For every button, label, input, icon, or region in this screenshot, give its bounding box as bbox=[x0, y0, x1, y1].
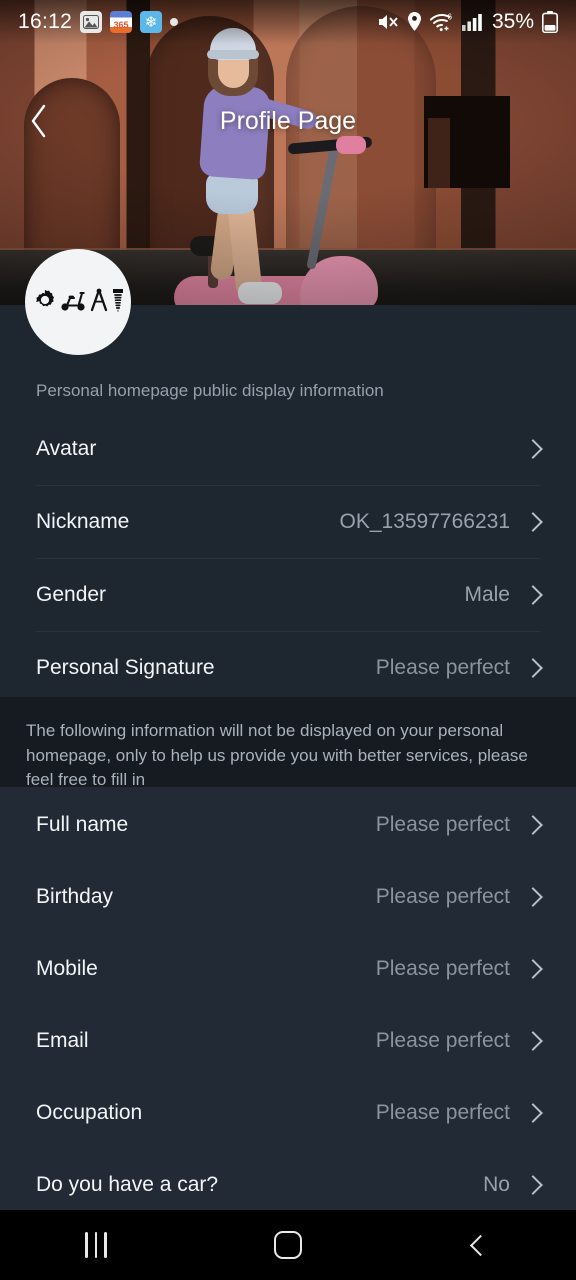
row-label: Occupation bbox=[36, 1101, 143, 1124]
gear-icon bbox=[33, 288, 57, 317]
row-personal-signature[interactable]: Personal Signature Please perfect bbox=[0, 632, 576, 704]
battery-percent: 35% bbox=[491, 10, 534, 33]
chevron-right-icon bbox=[523, 658, 543, 678]
public-info-caption: Personal homepage public display informa… bbox=[36, 381, 384, 400]
row-avatar[interactable]: Avatar bbox=[0, 413, 576, 485]
location-pin-icon bbox=[407, 12, 422, 32]
row-mobile[interactable]: Mobile Please perfect bbox=[0, 933, 576, 1005]
chevron-right-icon bbox=[523, 1103, 543, 1123]
row-label: Personal Signature bbox=[36, 656, 215, 679]
recents-icon bbox=[85, 1232, 107, 1258]
private-info-section: Full name Please perfect Birthday Please… bbox=[0, 787, 576, 1221]
dot-icon bbox=[170, 18, 179, 26]
compass-divider-icon bbox=[89, 288, 109, 317]
row-value: Please perfect bbox=[375, 885, 510, 908]
row-gender[interactable]: Gender Male bbox=[0, 559, 576, 631]
row-label: Nickname bbox=[36, 510, 130, 533]
home-icon bbox=[274, 1231, 302, 1259]
chevron-right-icon bbox=[523, 1175, 543, 1195]
row-value: Please perfect bbox=[375, 1101, 510, 1124]
row-label: Do you have a car? bbox=[36, 1173, 219, 1196]
row-birthday[interactable]: Birthday Please perfect bbox=[0, 861, 576, 933]
row-right bbox=[510, 439, 543, 459]
row-email[interactable]: Email Please perfect bbox=[0, 1005, 576, 1077]
row-label: Email bbox=[36, 1029, 89, 1052]
profile-avatar[interactable] bbox=[25, 249, 131, 355]
page-title: Profile Page bbox=[219, 106, 357, 135]
android-navigation-bar bbox=[0, 1210, 576, 1280]
recents-button[interactable] bbox=[48, 1217, 144, 1273]
row-nickname[interactable]: Nickname OK_13597766231 bbox=[0, 486, 576, 558]
row-right: OK_13597766231 bbox=[339, 510, 543, 534]
profile-page-screen: 16:12 365 ❄ 6 35% Profile Page Personal … bbox=[0, 0, 576, 1280]
chevron-right-icon bbox=[523, 959, 543, 979]
row-value: No bbox=[483, 1173, 510, 1196]
row-right: No bbox=[483, 1173, 543, 1197]
row-value: Please perfect bbox=[375, 957, 510, 980]
chevron-right-icon bbox=[523, 439, 543, 459]
status-bar-right: 6 35% bbox=[377, 10, 558, 34]
row-full-name[interactable]: Full name Please perfect bbox=[0, 789, 576, 861]
row-value: Please perfect bbox=[375, 813, 510, 836]
row-label: Mobile bbox=[36, 957, 98, 980]
status-bar: 16:12 365 ❄ 6 35% bbox=[0, 0, 576, 44]
status-bar-left: 16:12 365 ❄ bbox=[18, 10, 179, 34]
row-label: Avatar bbox=[36, 437, 97, 460]
cellular-signal-icon bbox=[461, 13, 484, 31]
home-button[interactable] bbox=[240, 1217, 336, 1273]
mute-icon bbox=[377, 12, 399, 32]
wifi-6-icon: 6 bbox=[429, 12, 454, 32]
chevron-right-icon bbox=[523, 887, 543, 907]
row-label: Full name bbox=[36, 813, 129, 836]
row-value: Male bbox=[464, 583, 510, 606]
row-value: OK_13597766231 bbox=[339, 510, 511, 533]
photo-icon bbox=[80, 11, 103, 33]
screw-icon bbox=[112, 288, 124, 317]
row-right: Please perfect bbox=[375, 885, 543, 909]
snowflake-app-icon: ❄ bbox=[140, 11, 163, 33]
row-label: Gender bbox=[36, 583, 107, 606]
scooter-icon bbox=[60, 288, 86, 317]
row-right: Please perfect bbox=[375, 656, 543, 680]
row-value: Please perfect bbox=[375, 1029, 510, 1052]
row-label: Birthday bbox=[36, 885, 114, 908]
row-right: Please perfect bbox=[375, 813, 543, 837]
battery-icon bbox=[542, 11, 558, 33]
row-occupation[interactable]: Occupation Please perfect bbox=[0, 1077, 576, 1149]
chevron-right-icon bbox=[523, 585, 543, 605]
chevron-right-icon bbox=[523, 1031, 543, 1051]
chevron-right-icon bbox=[523, 512, 543, 532]
row-right: Please perfect bbox=[375, 1029, 543, 1053]
row-right: Please perfect bbox=[375, 1101, 543, 1125]
notice-text: The following information will not be di… bbox=[26, 721, 528, 790]
avatar-glyph-group bbox=[33, 288, 124, 317]
back-icon bbox=[469, 1234, 491, 1256]
row-right: Male bbox=[464, 583, 543, 607]
chevron-right-icon bbox=[523, 815, 543, 835]
calendar-365-icon: 365 bbox=[110, 11, 133, 33]
row-value: Please perfect bbox=[375, 656, 510, 679]
status-bar-clock: 16:12 bbox=[18, 10, 73, 33]
svg-text:6: 6 bbox=[447, 13, 452, 22]
back-button-nav[interactable] bbox=[432, 1217, 528, 1273]
public-info-section: Personal homepage public display informa… bbox=[0, 305, 576, 704]
row-right: Please perfect bbox=[375, 957, 543, 981]
page-header: Profile Page bbox=[0, 100, 576, 142]
